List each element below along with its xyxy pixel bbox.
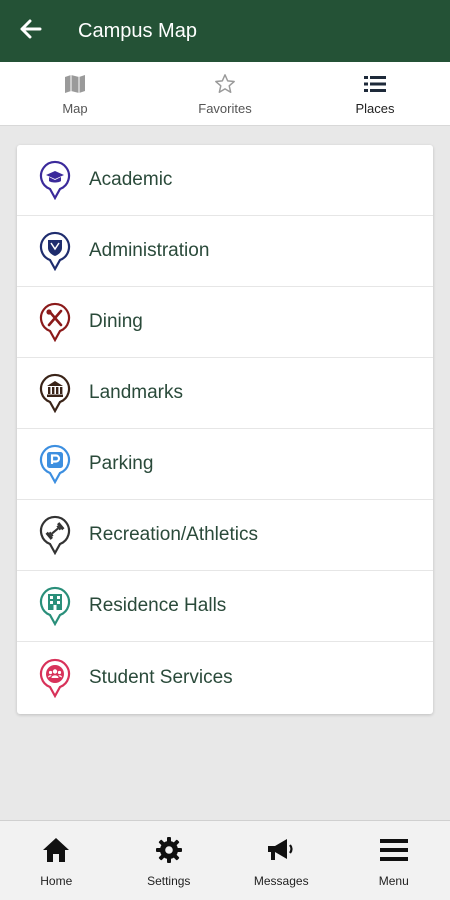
places-list: Academic Administration Dining Landmarks… [17, 145, 433, 714]
tab-places[interactable]: Places [300, 62, 450, 125]
list-item-landmarks[interactable]: Landmarks [17, 358, 433, 429]
list-item-academic[interactable]: Academic [17, 145, 433, 216]
tab-label: Places [355, 101, 395, 116]
list-item-label: Residence Halls [89, 595, 227, 616]
home-icon [42, 834, 70, 866]
nav-home[interactable]: Home [0, 821, 113, 900]
list-item-administration[interactable]: Administration [17, 216, 433, 287]
nav-settings[interactable]: Settings [113, 821, 226, 900]
app-bar: Campus Map [0, 0, 450, 62]
users-icon [17, 658, 89, 698]
nav-messages[interactable]: Messages [225, 821, 338, 900]
nav-label: Messages [253, 873, 309, 888]
graduation-cap-icon [17, 160, 89, 200]
list-item-dining[interactable]: Dining [17, 287, 433, 358]
tab-label: Map [62, 101, 88, 116]
list-item-label: Administration [89, 240, 210, 261]
tab-favorites[interactable]: Favorites [150, 62, 300, 125]
list-item-label: Landmarks [89, 382, 183, 403]
star-outline-icon [214, 71, 236, 97]
list-item-label: Recreation/Athletics [89, 524, 258, 545]
list-item-parking[interactable]: Parking [17, 429, 433, 500]
gear-icon [155, 834, 183, 866]
list-item-recreation-athletics[interactable]: Recreation/Athletics [17, 500, 433, 571]
building-icon [17, 586, 89, 626]
tab-label: Favorites [198, 101, 252, 116]
list-item-label: Student Services [89, 667, 233, 688]
map-icon [64, 71, 86, 97]
dumbbell-icon [17, 515, 89, 555]
nav-menu[interactable]: Menu [338, 821, 450, 900]
hamburger-menu-icon [379, 834, 408, 866]
utensils-icon [17, 302, 89, 342]
nav-label: Menu [378, 873, 409, 888]
arrow-left-icon [20, 19, 42, 44]
landmark-icon [17, 373, 89, 413]
shield-icon [17, 231, 89, 271]
nav-label: Settings [147, 873, 191, 888]
list-item-residence-halls[interactable]: Residence Halls [17, 571, 433, 642]
parking-icon [17, 444, 89, 484]
list-item-label: Dining [89, 311, 143, 332]
list-item-student-services[interactable]: Student Services [17, 642, 433, 714]
list-item-label: Parking [89, 453, 154, 474]
megaphone-icon [266, 834, 296, 866]
back-button[interactable] [0, 0, 62, 62]
tab-bar: Map Favorites Places [0, 62, 450, 126]
tab-map[interactable]: Map [0, 62, 150, 125]
list-item-label: Academic [89, 169, 173, 190]
bottom-navigation: Home Settings Messages Menu [0, 820, 450, 900]
list-icon [364, 71, 386, 97]
nav-label: Home [40, 873, 73, 888]
page-title: Campus Map [78, 19, 197, 42]
